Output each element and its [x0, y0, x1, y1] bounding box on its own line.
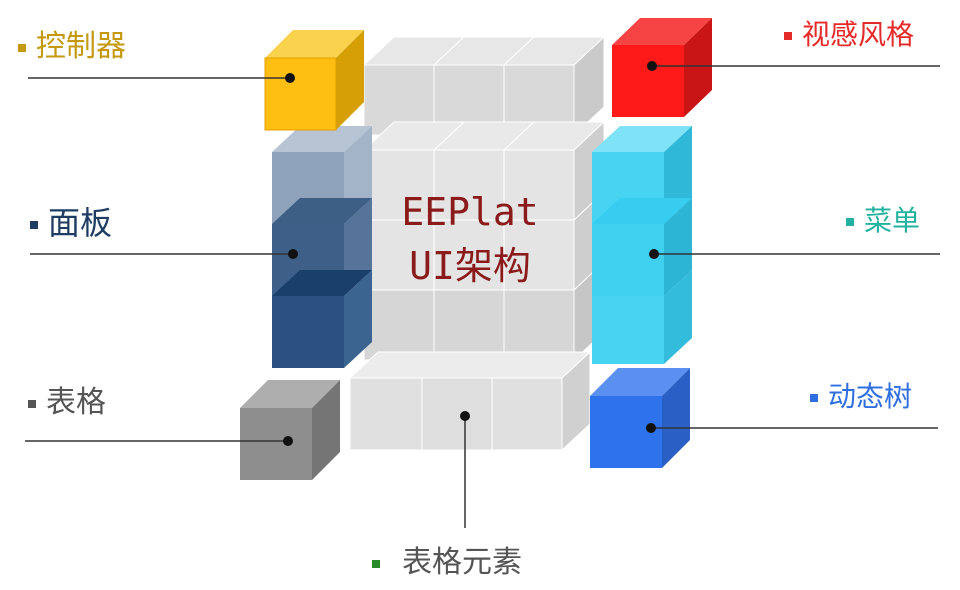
panel-column	[272, 126, 372, 368]
label-table-element: 表格元素	[372, 546, 522, 580]
square-bullet-icon	[846, 218, 854, 226]
label-menu-text: 菜单	[864, 204, 921, 237]
square-bullet-icon	[372, 559, 380, 568]
grid-cube	[363, 289, 435, 361]
controller-cube	[264, 30, 364, 131]
label-table-text: 表格	[46, 385, 106, 420]
label-panel: 面板	[30, 206, 112, 240]
square-bullet-icon	[30, 221, 38, 229]
table-cube	[240, 380, 340, 480]
label-controller-text: 控制器	[36, 29, 126, 64]
diagram-title: EEPlat UI架构	[372, 185, 568, 293]
grid-cube	[433, 289, 505, 361]
label-table-element-text: 表格元素	[402, 545, 522, 580]
label-visual-style: 视感风格	[784, 18, 914, 52]
square-bullet-icon	[18, 43, 26, 52]
table-element-row	[348, 350, 592, 452]
dynamic-tree-cube	[590, 368, 690, 468]
grid-cube	[502, 35, 606, 137]
label-panel-text: 面板	[48, 204, 113, 242]
label-dynamic-tree-text: 动态树	[828, 380, 913, 413]
square-bullet-icon	[28, 399, 36, 408]
title-line-1: EEPlat	[401, 190, 539, 234]
square-bullet-icon	[810, 394, 818, 402]
square-bullet-icon	[784, 32, 792, 40]
visual-style-cube	[612, 18, 712, 117]
menu-column	[592, 126, 692, 364]
label-menu: 菜单	[846, 204, 920, 238]
label-dynamic-tree: 动态树	[810, 380, 912, 414]
label-controller: 控制器	[18, 30, 126, 64]
label-visual-style-text: 视感风格	[802, 18, 915, 51]
label-table: 表格	[28, 386, 106, 420]
architecture-diagram	[25, 18, 940, 528]
title-line-2: UI架构	[409, 244, 531, 288]
